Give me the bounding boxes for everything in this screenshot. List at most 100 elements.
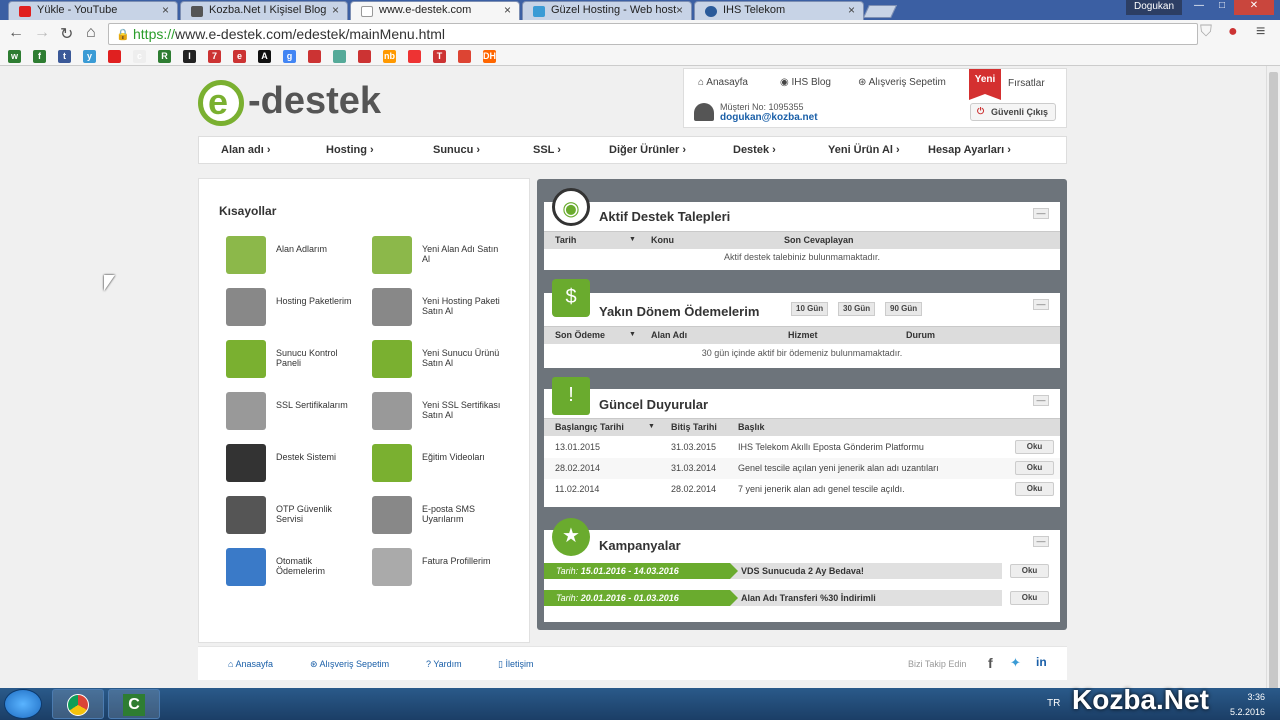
shortcut-item[interactable]: Yeni SSL Sertifikası Satın Al bbox=[372, 392, 522, 436]
bookmark-6-icon[interactable]: R bbox=[158, 50, 171, 63]
bookmark-11-icon[interactable]: g bbox=[283, 50, 296, 63]
link-anasayfa[interactable]: ⌂ Anasayfa bbox=[698, 77, 748, 88]
menu-7[interactable]: Hesap Ayarları › bbox=[928, 144, 1011, 156]
bookmark-10-icon[interactable]: A bbox=[258, 50, 271, 63]
campaign-row[interactable]: Tarih: 15.01.2016 - 14.03.2016 VDS Sunucu… bbox=[544, 563, 1049, 579]
oku-button[interactable]: Oku bbox=[1015, 440, 1054, 454]
bookmark-4-icon[interactable] bbox=[108, 50, 121, 63]
user-email[interactable]: dogukan@kozba.net bbox=[720, 112, 818, 123]
menu-0[interactable]: Alan adı › bbox=[221, 144, 271, 156]
bookmark-19-icon[interactable]: DH bbox=[483, 50, 496, 63]
filter-90-gun[interactable]: 90 Gün bbox=[885, 302, 923, 316]
shield-extension-icon[interactable]: ⛉ bbox=[1200, 23, 1212, 41]
close-window-button[interactable]: ✕ bbox=[1234, 0, 1274, 15]
oku-button[interactable]: Oku bbox=[1015, 461, 1054, 475]
bookmark-2-icon[interactable]: t bbox=[58, 50, 71, 63]
menu-6[interactable]: Yeni Ürün Al › bbox=[828, 144, 900, 156]
bookmark-12-icon[interactable] bbox=[308, 50, 321, 63]
twitter-icon[interactable]: ✦ bbox=[1010, 655, 1021, 671]
shortcut-item[interactable]: Eğitim Videoları bbox=[372, 444, 522, 488]
sort-icon[interactable]: ▼ bbox=[648, 423, 655, 430]
footer-link-sepet[interactable]: ⊛ Alışveriş Sepetim bbox=[310, 659, 389, 670]
shortcut-item[interactable]: Yeni Hosting Paketi Satın Al bbox=[372, 288, 522, 332]
close-tab-icon[interactable]: × bbox=[332, 3, 339, 17]
e-destek-logo[interactable]: e -destek bbox=[198, 80, 398, 126]
scrollbar-thumb[interactable] bbox=[1269, 72, 1278, 718]
oku-button[interactable]: Oku bbox=[1015, 482, 1054, 496]
bookmark-1-icon[interactable]: f bbox=[33, 50, 46, 63]
menu-2[interactable]: Sunucu › bbox=[433, 144, 480, 156]
bookmark-3-icon[interactable]: y bbox=[83, 50, 96, 63]
bookmark-15-icon[interactable]: nb bbox=[383, 50, 396, 63]
link-sepet[interactable]: ⊛ Alışveriş Sepetim bbox=[858, 77, 946, 88]
footer-link-iletisim[interactable]: ▯ İletişim bbox=[498, 659, 533, 670]
bookmark-7-icon[interactable]: I bbox=[183, 50, 196, 63]
announcement-row[interactable]: 13.01.2015 31.03.2015 IHS Telekom Akıllı E… bbox=[544, 437, 1060, 458]
oku-button[interactable]: Oku bbox=[1010, 564, 1049, 578]
maximize-button[interactable]: □ bbox=[1212, 0, 1232, 15]
collapse-button[interactable]: — bbox=[1033, 536, 1049, 547]
bookmark-18-icon[interactable] bbox=[458, 50, 471, 63]
oku-button[interactable]: Oku bbox=[1010, 591, 1049, 605]
bookmark-0-icon[interactable]: w bbox=[8, 50, 21, 63]
shortcut-item[interactable]: SSL Sertifikalarım bbox=[226, 392, 376, 436]
new-tab-button[interactable] bbox=[862, 5, 898, 18]
menu-5[interactable]: Destek › bbox=[733, 144, 776, 156]
reload-icon[interactable]: ↻ bbox=[60, 24, 73, 44]
bookmark-13-icon[interactable] bbox=[333, 50, 346, 63]
sort-icon[interactable]: ▼ bbox=[629, 331, 636, 338]
tab-ihs-telekom[interactable]: IHS Telekom × bbox=[694, 1, 864, 20]
shortcut-item[interactable]: Sunucu Kontrol Paneli bbox=[226, 340, 376, 384]
sort-icon[interactable]: ▼ bbox=[629, 236, 636, 243]
tab-edestek[interactable]: www.e-destek.com × bbox=[350, 1, 520, 21]
extension-icon[interactable]: ● bbox=[1228, 23, 1238, 41]
col-tarih[interactable]: Tarih bbox=[555, 235, 576, 245]
chrome-taskbar-icon[interactable] bbox=[52, 689, 104, 719]
home-icon[interactable]: ⌂ bbox=[86, 24, 96, 42]
shortcut-item[interactable]: Fatura Profillerim bbox=[372, 548, 522, 592]
collapse-button[interactable]: — bbox=[1033, 208, 1049, 219]
shortcut-item[interactable]: Yeni Sunucu Ürünü Satın Al bbox=[372, 340, 522, 384]
collapse-button[interactable]: — bbox=[1033, 395, 1049, 406]
shortcut-item[interactable]: Yeni Alan Adı Satın Al bbox=[372, 236, 522, 280]
camtasia-taskbar-icon[interactable]: C bbox=[108, 689, 160, 719]
menu-icon[interactable]: ≡ bbox=[1256, 23, 1265, 41]
start-button[interactable] bbox=[4, 689, 42, 719]
shortcut-item[interactable]: OTP Güvenlik Servisi bbox=[226, 496, 376, 540]
menu-1[interactable]: Hosting › bbox=[326, 144, 374, 156]
tab-kozba[interactable]: Kozba.Net I Kişisel Blog × bbox=[180, 1, 348, 20]
footer-link-yardim[interactable]: ? Yardım bbox=[426, 659, 462, 669]
clock[interactable]: 3:36 5.2.2016 bbox=[1230, 692, 1265, 717]
facebook-icon[interactable]: f bbox=[988, 655, 993, 671]
menu-4[interactable]: Diğer Ürünler › bbox=[609, 144, 686, 156]
shortcut-item[interactable]: Destek Sistemi bbox=[226, 444, 376, 488]
link-ihs-blog[interactable]: ◉ IHS Blog bbox=[780, 77, 831, 88]
linkedin-icon[interactable]: in bbox=[1036, 655, 1047, 669]
footer-link-anasayfa[interactable]: ⌂ Anasayfa bbox=[228, 659, 273, 669]
shortcut-item[interactable]: Otomatik Ödemelerim bbox=[226, 548, 376, 592]
address-bar[interactable]: 🔒 https://www.e-destek.com/edestek/mainM… bbox=[108, 23, 1198, 45]
col-baslangic[interactable]: Başlangıç Tarihi bbox=[555, 422, 624, 432]
col-son-odeme[interactable]: Son Ödeme bbox=[555, 330, 605, 340]
page-scrollbar[interactable] bbox=[1266, 66, 1280, 718]
campaign-row[interactable]: Tarih: 20.01.2016 - 01.03.2016 Alan Adı T… bbox=[544, 590, 1049, 606]
back-icon[interactable]: ← bbox=[8, 24, 24, 42]
bookmark-5-icon[interactable]: c bbox=[133, 50, 146, 63]
announcement-row[interactable]: 28.02.2014 31.03.2014 Genel tescile açılan… bbox=[544, 458, 1060, 479]
tab-youtube[interactable]: Yükle - YouTube × bbox=[8, 1, 178, 20]
filter-10-gun[interactable]: 10 Gün bbox=[791, 302, 829, 316]
announcement-row[interactable]: 11.02.2014 28.02.2014 7 yeni jenerik alan … bbox=[544, 479, 1060, 500]
language-indicator[interactable]: TR bbox=[1047, 698, 1060, 709]
link-firsatlar[interactable]: Fırsatlar bbox=[1008, 78, 1045, 89]
close-tab-icon[interactable]: × bbox=[676, 3, 683, 17]
menu-3[interactable]: SSL › bbox=[533, 144, 561, 156]
bookmark-16-icon[interactable] bbox=[408, 50, 421, 63]
bookmark-8-icon[interactable]: 7 bbox=[208, 50, 221, 63]
filter-30-gun[interactable]: 30 Gün bbox=[838, 302, 876, 316]
bookmark-17-icon[interactable]: T bbox=[433, 50, 446, 63]
shortcut-item[interactable]: Alan Adlarım bbox=[226, 236, 376, 280]
close-tab-icon[interactable]: × bbox=[504, 3, 511, 17]
shortcut-item[interactable]: E-posta SMS Uyarılarım bbox=[372, 496, 522, 540]
close-tab-icon[interactable]: × bbox=[848, 3, 855, 17]
bookmark-14-icon[interactable] bbox=[358, 50, 371, 63]
